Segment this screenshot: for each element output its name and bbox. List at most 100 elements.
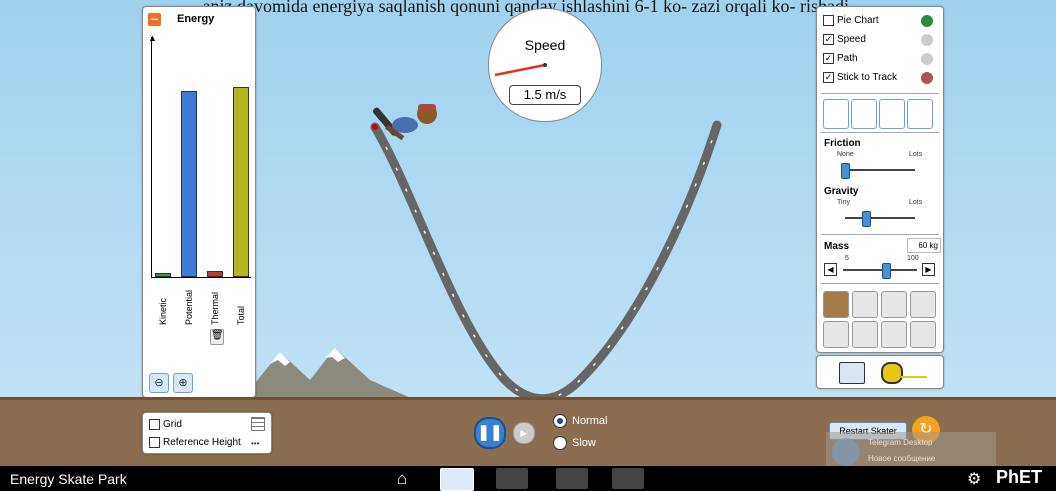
- reference-height-checkbox-box[interactable]: [149, 437, 160, 448]
- reference-height-label: Reference Height: [163, 437, 241, 448]
- gravity-max-label: Lots: [909, 199, 923, 206]
- reference-height-icon: •••: [251, 439, 260, 448]
- zoom-out-icon[interactable]: ⊖: [149, 373, 169, 393]
- notification-line1: Telegram Desktop: [868, 438, 933, 447]
- track-shape-4-button[interactable]: [907, 99, 933, 129]
- checkbox-box[interactable]: ✓: [823, 53, 834, 64]
- track-shape-1-button[interactable]: [823, 99, 849, 129]
- mass-slider-track[interactable]: [843, 269, 917, 271]
- gravity-slider-thumb[interactable]: [862, 211, 871, 227]
- skater-choice-6[interactable]: [852, 321, 878, 348]
- normal-radio-dot[interactable]: [553, 414, 567, 428]
- speedometer-icon: [921, 34, 933, 46]
- slow-label: Slow: [572, 437, 596, 449]
- friction-title: Friction: [824, 138, 861, 149]
- measuring-tape-icon[interactable]: [881, 362, 903, 384]
- skater-choice-8[interactable]: [910, 321, 936, 348]
- grid-panel: Grid Reference Height •••: [142, 412, 272, 454]
- trash-icon[interactable]: 🗑: [210, 329, 224, 345]
- grid-checkbox-box[interactable]: [149, 419, 160, 430]
- grid-checkbox[interactable]: Grid: [149, 419, 182, 430]
- checkbox-label: Speed: [837, 34, 866, 45]
- phet-brand: PhET: [996, 467, 1043, 487]
- measuring-tape-line: [901, 376, 927, 378]
- mass-decrement-button[interactable]: ◀: [824, 263, 837, 276]
- energy-x-axis: [151, 277, 251, 278]
- notification-line2: Новое сообщение: [868, 454, 936, 463]
- friction-slider-thumb[interactable]: [841, 163, 850, 179]
- energy-bar-label: Kinetic: [158, 297, 168, 325]
- friction-slider-track[interactable]: [845, 169, 915, 171]
- checkbox-box[interactable]: ✓: [823, 34, 834, 45]
- skater-choice-4[interactable]: [910, 291, 936, 318]
- mass-increment-button[interactable]: ▶: [922, 263, 935, 276]
- energy-bar-graph-panel: – Energy ▲ Kinetic Potential Thermal Total …: [142, 6, 256, 398]
- phet-logo[interactable]: PhET: [996, 467, 1042, 488]
- mass-min-label: 5: [845, 255, 849, 262]
- intro-screen-icon[interactable]: [440, 468, 474, 491]
- energy-y-axis: [151, 37, 152, 277]
- energy-bar-kinetic: [155, 273, 171, 277]
- checkbox-label: Pie Chart: [837, 15, 879, 26]
- slow-radio-dot[interactable]: [553, 436, 567, 450]
- energy-bar-total: [233, 87, 249, 277]
- control-panel: Pie Chart ✓ Speed ✓ Path ✓ Stick to Track Fric…: [816, 6, 944, 353]
- zoom-in-icon[interactable]: ⊕: [173, 373, 193, 393]
- speed-normal-radio[interactable]: Normal: [553, 414, 607, 428]
- stopwatch-icon[interactable]: [839, 362, 865, 384]
- gravity-title: Gravity: [824, 186, 859, 197]
- pause-button[interactable]: ❚❚: [474, 417, 506, 449]
- skater-choice-1[interactable]: [823, 291, 849, 318]
- friction-max-label: Lots: [909, 151, 923, 158]
- grid-icon: [251, 417, 265, 431]
- speed-readout: 1.5 m/s: [509, 85, 581, 105]
- gravity-slider-track[interactable]: [845, 217, 915, 219]
- telegram-icon: [832, 438, 860, 466]
- step-forward-button[interactable]: ▶: [513, 422, 535, 444]
- skater-choice-3[interactable]: [881, 291, 907, 318]
- checkbox-box[interactable]: [823, 15, 834, 26]
- checkbox-box[interactable]: ✓: [823, 72, 834, 83]
- checkbox-label: Path: [837, 53, 858, 64]
- notification-toast[interactable]: Telegram Desktop Новое сообщение: [826, 432, 996, 466]
- energy-panel-title: Energy: [177, 13, 215, 25]
- mass-slider-thumb[interactable]: [882, 263, 891, 279]
- checkbox-path[interactable]: ✓ Path: [823, 53, 858, 64]
- simulation-scene: aniz davomida energiya saqlanish qonuni …: [0, 0, 1056, 466]
- track-shape-2-button[interactable]: [851, 99, 877, 129]
- mass-max-label: 100: [907, 255, 919, 262]
- gravity-min-label: Tiny: [837, 199, 850, 206]
- arrow-up-icon: ▲: [148, 33, 157, 43]
- mass-title: Mass: [824, 241, 850, 252]
- pie-chart-icon: [921, 15, 933, 27]
- track-icon: [921, 72, 933, 84]
- checkbox-pie-chart[interactable]: Pie Chart: [823, 15, 879, 26]
- navigation-bar: Energy Skate Park ⌂ ⚙ PhET: [0, 466, 1056, 491]
- app-title: Energy Skate Park: [10, 471, 127, 487]
- track-playground-screen-icon[interactable]: [556, 468, 588, 489]
- friction-screen-icon[interactable]: [496, 468, 528, 489]
- loop-screen-icon[interactable]: [612, 468, 644, 489]
- checkbox-label: Stick to Track: [837, 72, 898, 83]
- checkbox-speed[interactable]: ✓ Speed: [823, 34, 866, 45]
- skater[interactable]: [360, 100, 445, 170]
- skater-choice-7[interactable]: [881, 321, 907, 348]
- reference-height-checkbox[interactable]: Reference Height: [149, 437, 241, 448]
- settings-icon[interactable]: ⚙: [967, 469, 981, 489]
- speed-slow-radio[interactable]: Slow: [553, 436, 596, 450]
- home-icon[interactable]: ⌂: [397, 469, 407, 489]
- path-icon: [921, 53, 933, 65]
- friction-min-label: None: [837, 151, 854, 158]
- mass-value: 60 kg: [907, 238, 941, 253]
- energy-bar-label: Potential: [184, 289, 194, 325]
- collapse-button[interactable]: –: [148, 12, 161, 26]
- checkbox-stick-to-track[interactable]: ✓ Stick to Track: [823, 72, 897, 83]
- speedometer: Speed 1.5 m/s: [488, 8, 602, 122]
- skater-choice-5[interactable]: [823, 321, 849, 348]
- energy-bar-label: Total: [236, 305, 246, 325]
- skater-choice-2[interactable]: [852, 291, 878, 318]
- energy-bar-potential: [181, 91, 197, 277]
- track-shape-3-button[interactable]: [879, 99, 905, 129]
- energy-bar-label: Thermal: [210, 291, 220, 325]
- toolbox-panel: [816, 355, 944, 389]
